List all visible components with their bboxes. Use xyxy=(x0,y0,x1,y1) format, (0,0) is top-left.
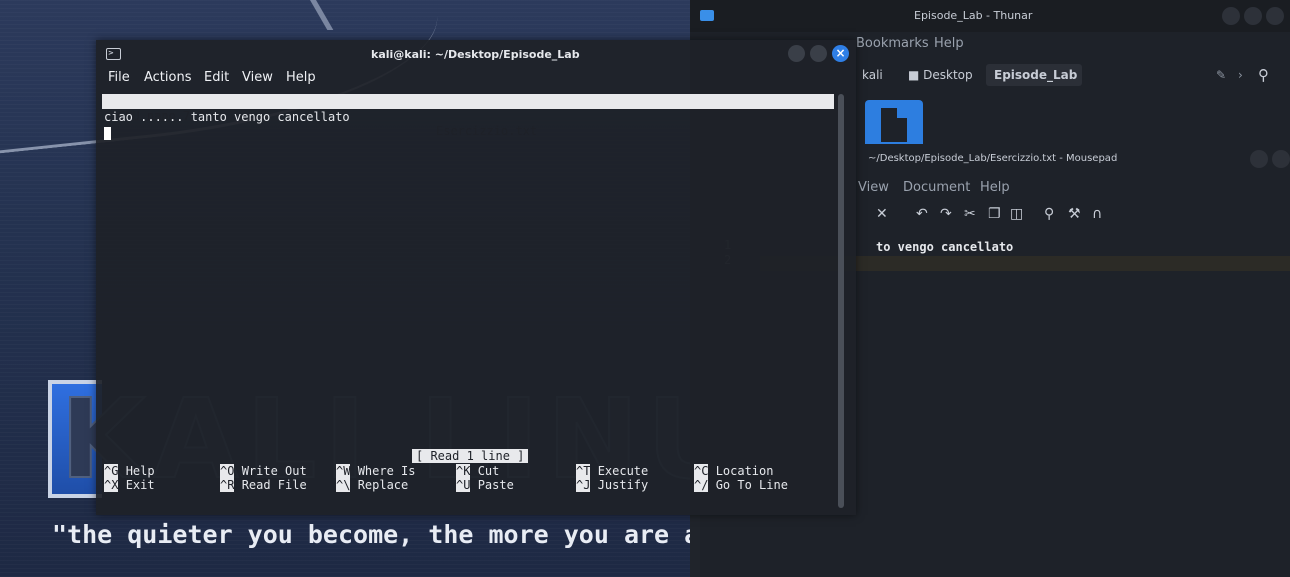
redo-icon[interactable]: ↷ xyxy=(940,206,952,222)
menu-view[interactable]: View xyxy=(858,180,889,195)
close-button[interactable]: × xyxy=(832,45,849,62)
maximize-button[interactable] xyxy=(810,45,827,62)
minimize-button[interactable] xyxy=(1222,7,1240,25)
menu-bookmarks[interactable]: Bookmarks xyxy=(856,36,929,51)
shortcut-cut: ^K Cut xyxy=(456,464,500,478)
shortcut-exit: ^X Exit xyxy=(104,478,155,492)
nano-status-message: [ Read 1 line ] xyxy=(412,449,529,463)
thunar-titlebar[interactable]: Episode_Lab - Thunar xyxy=(690,0,1290,32)
menu-edit[interactable]: Edit xyxy=(204,70,229,85)
wallpaper-quote: "the quieter you become, the more you ar… xyxy=(52,520,730,549)
terminal-scrollbar[interactable] xyxy=(838,94,844,508)
terminal-titlebar[interactable]: > kali@kali: ~/Desktop/Episode_Lab × xyxy=(96,40,856,66)
maximize-button[interactable] xyxy=(1272,150,1290,168)
editor-line-1: to vengo cancellato xyxy=(876,240,1014,254)
mousepad-window-title: ~/Desktop/Episode_Lab/Esercizzio.txt - M… xyxy=(868,153,1118,164)
menu-help[interactable]: Help xyxy=(980,180,1010,195)
search-icon[interactable]: ⚲ xyxy=(1250,64,1277,86)
terminal-screen[interactable]: GNU nano 7.2 Esercizzio.txt ciao ...... … xyxy=(102,94,842,509)
minimize-button[interactable] xyxy=(788,45,805,62)
shortcut-where-is: ^W Where Is xyxy=(336,464,416,478)
maximize-button[interactable] xyxy=(1244,7,1262,25)
close-icon[interactable]: ✕ xyxy=(876,206,888,222)
goto-icon[interactable]: ∩ xyxy=(1092,206,1102,222)
undo-icon[interactable]: ↶ xyxy=(916,206,928,222)
search-icon[interactable]: ⚲ xyxy=(1044,206,1054,222)
shortcut-justify: ^J Justify xyxy=(576,478,649,492)
paste-icon[interactable]: ◫ xyxy=(1010,206,1023,222)
menu-view[interactable]: View xyxy=(242,70,273,85)
path-crumb-kali[interactable]: kali xyxy=(854,64,891,86)
menu-file[interactable]: File xyxy=(108,70,130,85)
shortcut-paste: ^U Paste xyxy=(456,478,514,492)
nano-filename: Esercizzio.txt xyxy=(436,124,538,138)
close-button[interactable] xyxy=(1266,7,1284,25)
terminal-window[interactable]: > kali@kali: ~/Desktop/Episode_Lab × Fil… xyxy=(96,40,856,515)
shortcut-read-file: ^R Read File xyxy=(220,478,307,492)
terminal-icon: > xyxy=(106,48,121,60)
menu-document[interactable]: Document xyxy=(903,180,970,195)
cut-icon[interactable]: ✂ xyxy=(964,206,976,222)
menu-actions[interactable]: Actions xyxy=(144,70,192,85)
find-replace-icon[interactable]: ⚒ xyxy=(1068,206,1081,222)
terminal-window-title: kali@kali: ~/Desktop/Episode_Lab xyxy=(371,48,580,61)
shortcut-replace: ^\ Replace xyxy=(336,478,409,492)
terminal-menubar: File Actions Edit View Help xyxy=(96,66,856,92)
text-cursor xyxy=(104,127,111,140)
nano-content-line: ciao ...... tanto vengo cancellato xyxy=(104,110,350,124)
chevron-right-icon[interactable]: › xyxy=(1230,64,1251,86)
copy-icon[interactable]: ❐ xyxy=(988,206,1001,222)
minimize-button[interactable] xyxy=(1250,150,1268,168)
folder-icon xyxy=(700,10,714,21)
shortcut-go-to-line: ^/ Go To Line xyxy=(694,478,788,492)
shortcut-write-out: ^O Write Out xyxy=(220,464,307,478)
path-crumb-desktop[interactable]: ■ Desktop xyxy=(900,64,981,86)
shortcut-execute: ^T Execute xyxy=(576,464,649,478)
shortcut-help: ^G Help xyxy=(104,464,155,478)
path-crumb-episode-lab[interactable]: Episode_Lab xyxy=(986,64,1082,86)
shortcut-location: ^C Location xyxy=(694,464,774,478)
nano-header-bar: GNU nano 7.2 Esercizzio.txt xyxy=(102,94,834,138)
thunar-window-title: Episode_Lab - Thunar xyxy=(914,9,1033,22)
menu-help[interactable]: Help xyxy=(286,70,316,85)
menu-help[interactable]: Help xyxy=(934,36,964,51)
